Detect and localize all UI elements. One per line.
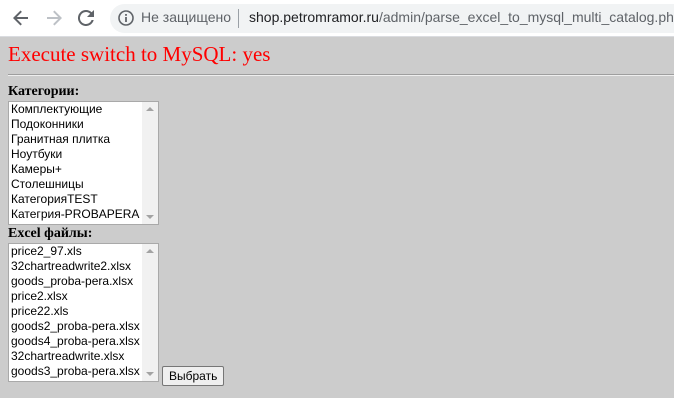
url-host: shop.petromramor.ru <box>249 9 379 25</box>
category-option[interactable]: Столешницы <box>9 177 142 192</box>
files-scrollbar[interactable] <box>142 244 158 381</box>
address-separator <box>238 9 239 28</box>
scroll-up-icon[interactable] <box>146 249 154 253</box>
file-option[interactable]: 32chartreadwrite2.xlsx <box>9 259 142 274</box>
category-option[interactable]: Гранитная плитка <box>9 132 142 147</box>
divider <box>8 74 674 76</box>
file-option[interactable]: price2.xlsx <box>9 289 142 304</box>
page-content: Execute switch to MySQL: yes Категории: … <box>0 37 674 398</box>
categories-scrollbar[interactable] <box>142 102 158 224</box>
file-option[interactable]: price2_97.xls <box>9 244 142 259</box>
category-option[interactable]: Ноутбуки <box>9 147 142 162</box>
address-bar[interactable]: Не защищено shop.petromramor.ru/admin/pa… <box>110 4 674 33</box>
status-heading: Execute switch to MySQL: yes <box>8 42 271 66</box>
file-option[interactable]: goods2_proba-pera.xlsx <box>9 319 142 334</box>
files-listbox[interactable]: price2_97.xls 32chartreadwrite2.xlsx goods… <box>8 243 159 382</box>
url-text[interactable]: shop.petromramor.ru/admin/parse_excel_to… <box>249 9 674 25</box>
not-secure-label: Не защищено <box>141 9 231 25</box>
file-option[interactable]: goods3_proba-pera.xlsx <box>9 364 142 379</box>
files-label: Excel файлы: <box>8 226 93 241</box>
file-option[interactable]: goods_proba-pera.xlsx <box>9 274 142 289</box>
back-arrow-icon[interactable] <box>9 6 33 30</box>
category-option[interactable]: Подоконники <box>9 117 142 132</box>
files-options: price2_97.xls 32chartreadwrite2.xlsx goods… <box>9 244 142 381</box>
category-option[interactable]: Категрия-PROBAPERA <box>9 207 142 222</box>
reload-icon[interactable] <box>74 6 98 30</box>
file-option[interactable]: goods4_proba-pera.xlsx <box>9 334 142 349</box>
select-button[interactable]: Выбрать <box>162 366 225 386</box>
category-option[interactable]: Комплектующие <box>9 102 142 117</box>
info-icon[interactable] <box>118 10 134 26</box>
file-option[interactable]: price22.xls <box>9 304 142 319</box>
scroll-down-icon[interactable] <box>146 372 154 376</box>
categories-label: Категории: <box>8 84 80 99</box>
file-option[interactable]: 32chartreadwrite.xlsx <box>9 349 142 364</box>
browser-toolbar: Не защищено shop.petromramor.ru/admin/pa… <box>0 0 674 37</box>
category-option[interactable]: Камеры+ <box>9 162 142 177</box>
forward-arrow-icon[interactable] <box>42 6 66 30</box>
scroll-up-icon[interactable] <box>146 107 154 111</box>
url-path: /admin/parse_excel_to_mysql_multi_catalo… <box>378 9 674 25</box>
categories-listbox[interactable]: Комплектующие Подоконники Гранитная плитка… <box>8 101 159 225</box>
categories-options: Комплектующие Подоконники Гранитная плитка… <box>9 102 142 224</box>
scroll-down-icon[interactable] <box>146 215 154 219</box>
category-option[interactable]: КатегорияTEST <box>9 192 142 207</box>
